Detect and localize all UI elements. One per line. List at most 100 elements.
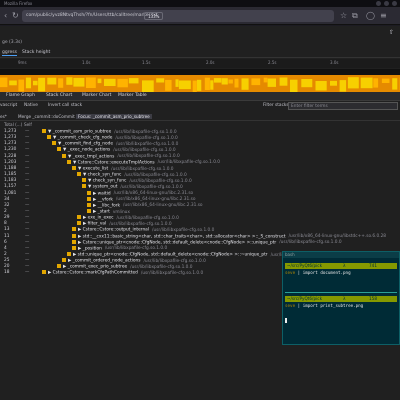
category-swatch-icon (77, 215, 81, 220)
tree-row[interactable]: 1,273— ▼ _commit_check_cfg_node/usr/lib/l… (0, 135, 400, 141)
self-count: — (25, 129, 30, 134)
track-progress[interactable]: ggress (2, 50, 17, 56)
track-tabs: ggress Stack height (0, 49, 400, 58)
category-swatch-icon (72, 245, 76, 250)
url-bar[interactable]: com/public/yvz8NtvqThsh/?fn/Users/ttb/ca… (22, 10, 334, 22)
native-option[interactable]: Native (24, 103, 38, 108)
tree-row[interactable]: 34 — ▶ __vfork/usr/lib/x86_64-linux-gnu/li… (0, 196, 400, 203)
bookmark-star-icon[interactable]: ☆ (340, 11, 347, 21)
tab-flame-graph[interactable]: Flame Graph (6, 93, 35, 98)
graph-flame (58, 78, 64, 88)
graph-flame (263, 77, 268, 83)
filter-input[interactable]: Enter filter terms (288, 102, 398, 110)
library-path: /usr/lib/libxpafile-cfg.so.1.0.0 (120, 184, 183, 190)
category-swatch-icon (82, 184, 86, 189)
tree-row[interactable]: 1,157 — ▼ system_out/usr/lib/libxpafile-cf… (0, 184, 400, 190)
tick-label: 1.0s (82, 60, 91, 65)
track-stack-height[interactable]: Stack height (22, 50, 50, 55)
graph-flame (241, 78, 249, 90)
tree-row[interactable]: 1,183— ▼ check_syn_func/usr/lib/libxpafil… (0, 178, 400, 184)
total-count: 32 (4, 202, 10, 208)
category-swatch-icon (87, 208, 91, 213)
range-label[interactable]: ge (3.3s) (2, 40, 22, 45)
library-path: /usr/lib/x86_64-linux-gnu/libc.2.31.so (123, 203, 203, 209)
graph-flame (156, 78, 165, 83)
graph-flame (204, 77, 210, 90)
terminal-pane-1[interactable]: ~/src/PyQt6/pick λ 741 seve | import doc… (285, 263, 397, 275)
tree-row[interactable]: 1,273— ▼ _commit_find_cfg_node/usr/lib/li… (0, 141, 400, 147)
category-swatch-icon (62, 153, 66, 158)
invert-call-stack-checkbox[interactable]: Invert call stack (48, 103, 82, 108)
tree-row[interactable]: 1,188 — ▼ execute_list/usr/lib/libxpafile-… (0, 165, 400, 172)
javascript-option[interactable]: vascript (0, 103, 17, 108)
tree-row[interactable]: 32 — ▶ __libc_fork/usr/lib/x86_64-linux-gn… (0, 202, 400, 209)
graph-flame (381, 78, 390, 83)
prompt-path: ~/src/PyQt6/pick (287, 296, 323, 301)
self-count: — (25, 239, 30, 245)
graph-flame (128, 78, 139, 84)
terminal-window[interactable]: bash ~/src/PyQt6/pick λ 741 seve | impor… (282, 251, 400, 345)
tree-row[interactable]: 6 — ▶ Cstore::unique_ptr<cnode::CfgNode, s… (0, 239, 400, 246)
menu-icon[interactable]: ≡ (380, 11, 387, 21)
category-swatch-icon (77, 221, 81, 226)
breadcrumb-item[interactable]: Merge _commit::doCommit (18, 114, 75, 119)
total-count: 1,081 (4, 190, 17, 196)
tree-row[interactable]: 1,273 — ▼ _commit_asm_prio_subtree/usr/lib… (0, 129, 400, 135)
tree-row[interactable]: 29— ▶ exe_in_exec/usr/lib/libxpafile-cfg.… (0, 215, 400, 221)
tree-row[interactable]: 13 — ▶ Cstore::Cstore::output_internal/usr… (0, 227, 400, 233)
self-count: — (25, 233, 30, 239)
library-path: /usr/lib/libxpafile-cfg.so.1.0.0 (104, 246, 168, 252)
category-swatch-icon (77, 172, 81, 177)
reload-icon[interactable]: ↻ (12, 11, 19, 21)
tree-row[interactable]: 11 — ▶ std::__cxx11::basic_string<char, st… (0, 233, 400, 240)
tree-row[interactable]: 1,230 — ▼ _exec_node_actions/usr/lib/libxp… (0, 147, 400, 153)
minimize-icon[interactable] (376, 1, 381, 6)
function-label: ▼ system_out (88, 184, 118, 190)
extensions-icon[interactable]: ⧉ (352, 11, 358, 21)
tree-row[interactable]: 8— ▶ filter_val/usr/lib/libxpafile-cfg.so… (0, 221, 400, 227)
graph-flame (213, 78, 222, 83)
graph-flame (228, 79, 233, 84)
self-count: — (25, 208, 30, 214)
total-count: 13 (4, 227, 10, 233)
stack-graph[interactable] (0, 69, 400, 94)
tab-marker-chart[interactable]: Marker Chart (82, 93, 111, 98)
category-swatch-icon (72, 233, 76, 238)
tree-row[interactable]: 1,203 — ▼ Cstore::Cstore::executeTmplActio… (0, 159, 400, 166)
terminal-pane-2[interactable]: ~/src/PyQt6/pick λ 158 seve | import pri… (285, 296, 397, 327)
category-swatch-icon (52, 141, 56, 146)
library-path: /usr/lib/libxpafile-cfg.so.1.0.0 (109, 221, 172, 227)
tree-row[interactable]: 1,081 — ▶ waitid/usr/lib/x86_64-linux-gnu/… (0, 190, 400, 197)
total-count: 6 (4, 239, 7, 245)
function-label: ▶ Cstore::unique_ptr<cnode::CfgNode, std… (78, 240, 277, 246)
tree-row[interactable]: 2 — ▶ _start vmlinux (0, 208, 400, 215)
maximize-icon[interactable] (384, 1, 389, 6)
graph-flame (178, 80, 191, 90)
url-text[interactable]: com/public/yvz8NtvqThsh/?fn/Users/ttb/ca… (26, 10, 306, 22)
total-count: 1,273 (4, 129, 17, 134)
breadcrumb-item[interactable]: es* (0, 114, 7, 119)
account-icon[interactable]: ◯ (366, 11, 375, 21)
library-path: /usr/lib/libxpafile-cfg.so.1.0.0 (130, 264, 193, 270)
category-swatch-icon (72, 239, 76, 244)
back-icon[interactable]: ‹ (4, 11, 7, 21)
tab-marker-table[interactable]: Marker Table (118, 93, 147, 98)
close-icon[interactable] (392, 1, 397, 6)
graph-flame (290, 79, 298, 93)
graph-flame (38, 77, 46, 92)
breadcrumb-item[interactable]: Focus: _commit_asm_prio_subtree (76, 114, 152, 119)
tree-row[interactable]: 1,228 — ▼ _exec_tmpl_actions/usr/lib/libxp… (0, 153, 400, 160)
library-path: /usr/lib/libxpafile-cfg.so.1.0.0 (279, 240, 342, 246)
graph-flame (221, 78, 228, 85)
zoom-badge[interactable]: 133% (144, 12, 164, 20)
pane-divider[interactable] (285, 292, 397, 293)
library-path: /usr/lib/libxpafile-cfg.so.1.0.0 (157, 160, 221, 166)
total-count: 11 (4, 233, 10, 239)
graph-flame (73, 77, 85, 87)
self-count: — (25, 184, 30, 190)
prompt-number: 741 (369, 263, 377, 268)
tab-stack-chart[interactable]: Stack Chart (46, 93, 72, 98)
tree-row[interactable]: 1,185 — ▼ check_syn_func/usr/lib/libxpafil… (0, 172, 400, 178)
function-label: ▶ _commit_ordered_node_actions (68, 258, 141, 264)
upload-icon[interactable]: ⇧ (389, 29, 394, 36)
